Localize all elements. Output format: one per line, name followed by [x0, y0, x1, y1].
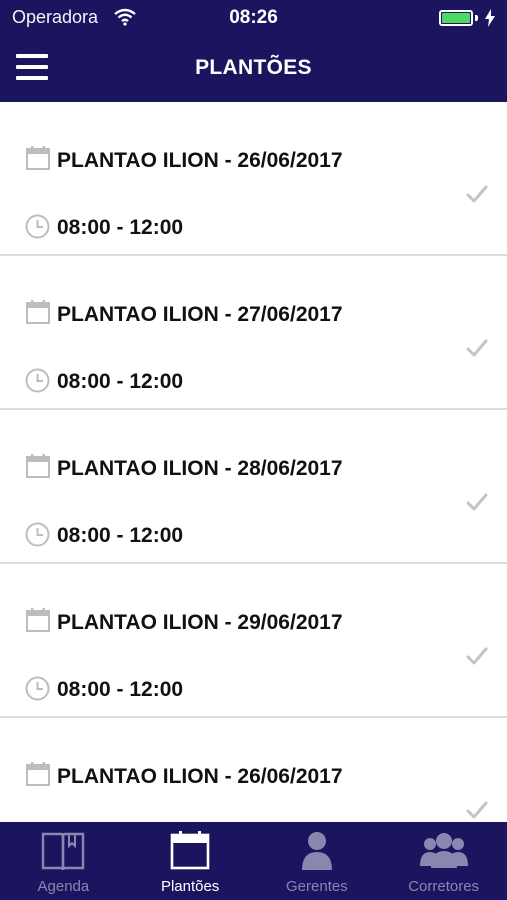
shift-list[interactable]: PLANTAO ILION - 26/06/2017 08:00 - 12:00…	[0, 102, 507, 822]
book-icon	[42, 832, 85, 871]
shift-title: PLANTAO ILION - 27/06/2017	[57, 303, 343, 326]
tab-agenda[interactable]: Agenda	[0, 822, 127, 900]
shift-title: PLANTAO ILION - 26/06/2017	[57, 149, 343, 172]
group-icon	[419, 833, 468, 868]
shift-row[interactable]: PLANTAO ILION - 27/06/2017 08:00 - 12:00	[0, 256, 507, 410]
shift-row[interactable]: PLANTAO ILION - 29/06/2017 08:00 - 12:00	[0, 564, 507, 718]
clock-icon	[25, 522, 50, 547]
calendar-icon	[26, 146, 50, 170]
checkmark-icon	[466, 801, 488, 819]
calendar-icon	[26, 454, 50, 478]
calendar-icon	[26, 762, 50, 786]
battery-icon	[439, 10, 473, 26]
page-title: PLANTÕES	[195, 56, 312, 79]
checkmark-icon	[466, 339, 488, 357]
tab-label: Agenda	[37, 878, 90, 895]
charging-icon	[485, 9, 495, 27]
status-bar: Operadora 08:26	[0, 0, 507, 36]
shift-title: PLANTAO ILION - 29/06/2017	[57, 611, 343, 634]
shift-time: 08:00 - 12:00	[57, 370, 184, 393]
shift-title: PLANTAO ILION - 28/06/2017	[57, 457, 343, 480]
shift-row[interactable]: PLANTAO ILION - 26/06/2017	[0, 718, 507, 822]
tab-plantoes[interactable]: Plantões	[127, 822, 254, 900]
shift-title: PLANTAO ILION - 26/06/2017	[57, 765, 343, 788]
app-header: Operadora 08:26 PLANTÕES	[0, 0, 507, 102]
tab-label: Gerentes	[286, 878, 348, 895]
tab-label: Plantões	[160, 878, 220, 895]
clock-icon	[25, 214, 50, 239]
shift-row[interactable]: PLANTAO ILION - 28/06/2017 08:00 - 12:00	[0, 410, 507, 564]
status-time: 08:26	[229, 7, 278, 28]
calendar-icon	[26, 608, 50, 632]
person-icon	[301, 832, 332, 870]
tab-label: Corretores	[408, 878, 480, 895]
shift-time: 08:00 - 12:00	[57, 524, 184, 547]
battery-tip	[475, 15, 478, 21]
checkmark-icon	[466, 185, 488, 203]
tab-corretores[interactable]: Corretores	[380, 822, 507, 900]
calendar-icon	[170, 831, 210, 870]
shift-row[interactable]: PLANTAO ILION - 26/06/2017 08:00 - 12:00	[0, 102, 507, 256]
tab-gerentes[interactable]: Gerentes	[254, 822, 381, 900]
shift-time: 08:00 - 12:00	[57, 216, 184, 239]
shift-time: 08:00 - 12:00	[57, 678, 184, 701]
tab-bar: Agenda Plantões Gerentes Corretores	[0, 822, 507, 900]
checkmark-icon	[466, 493, 488, 511]
clock-icon	[25, 368, 50, 393]
checkmark-icon	[466, 647, 488, 665]
clock-icon	[25, 676, 50, 701]
calendar-icon	[26, 300, 50, 324]
